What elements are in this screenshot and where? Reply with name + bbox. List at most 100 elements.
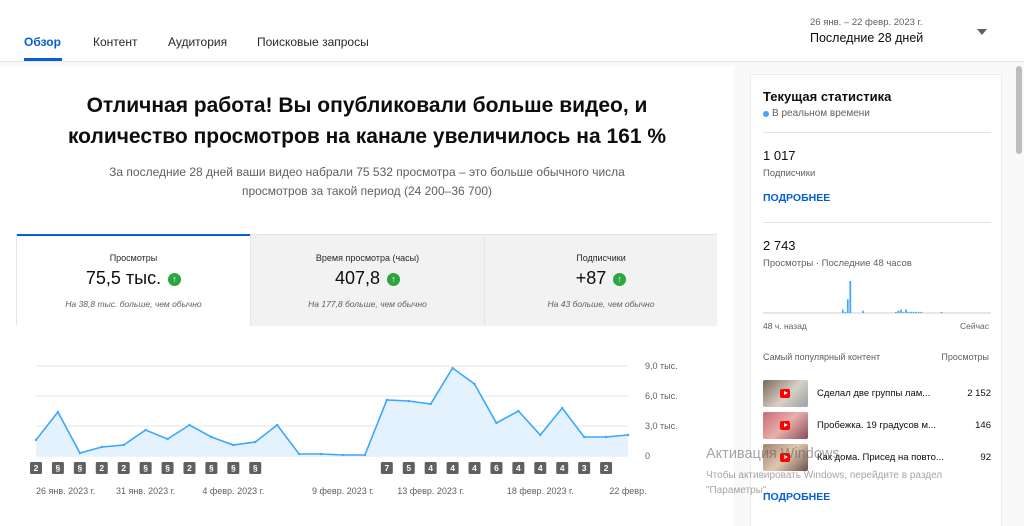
realtime-bar xyxy=(907,311,910,313)
realtime-bar xyxy=(844,311,847,313)
metric-value: 75,5 тыс. ↑ xyxy=(17,268,250,289)
data-point xyxy=(604,435,608,439)
x-tick-label: 22 февр. xyxy=(609,486,646,496)
tab-overview[interactable]: Обзор xyxy=(24,35,61,49)
metric-tab-views[interactable]: Просмотры 75,5 тыс. ↑ На 38,8 тыс. больше… xyxy=(17,234,250,326)
views-chart-svg: 9,0 тыс. 6,0 тыс. 3,0 тыс. 0 2 § § 2 2 § § 2 § § § 7 5 4 4… xyxy=(30,361,678,496)
x-tick-label: 4 февр. 2023 г. xyxy=(202,486,264,496)
realtime-bar xyxy=(915,311,918,313)
date-range-text: 26 янв. – 22 февр. 2023 г. xyxy=(810,17,923,28)
upload-count-label: 3 xyxy=(582,463,587,473)
arrow-up-icon: ↑ xyxy=(613,273,627,286)
scrollbar[interactable] xyxy=(1016,66,1022,154)
realtime-bar xyxy=(920,311,923,313)
live-label: В реальном времени xyxy=(772,108,870,119)
y-tick-label: 9,0 тыс. xyxy=(645,361,678,371)
realtime-views-chart[interactable] xyxy=(763,275,991,315)
metric-value: 407,8 ↑ xyxy=(251,268,484,289)
upload-count-label: 2 xyxy=(121,463,126,473)
data-point xyxy=(100,445,103,449)
active-tab-indicator xyxy=(24,58,62,61)
shorts-marker-icon: § xyxy=(231,463,236,473)
realtime-bar xyxy=(917,311,920,313)
x-tick-label: 18 февр. 2023 г. xyxy=(507,486,574,496)
data-point xyxy=(539,433,542,437)
metric-tab-watch-time[interactable]: Время просмотра (часы) 407,8 ↑ На 177,8 б… xyxy=(250,235,484,326)
data-point xyxy=(495,421,498,425)
x-tick-label: 26 янв. 2023 г. xyxy=(36,486,95,496)
data-point xyxy=(517,409,520,413)
data-point xyxy=(188,423,191,427)
upload-count-label: 4 xyxy=(560,463,565,473)
mini-axis-left: 48 ч. назад xyxy=(763,321,807,331)
data-point xyxy=(78,451,82,455)
realtime-title: Текущая статистика xyxy=(763,89,892,104)
popular-item-count: 2 152 xyxy=(967,388,991,399)
more-subscribers-link[interactable]: ПОДРОБНЕЕ xyxy=(763,192,830,204)
data-point xyxy=(319,452,323,456)
realtime-bar xyxy=(849,281,852,313)
tab-content[interactable]: Контент xyxy=(93,35,137,49)
play-icon xyxy=(780,389,790,398)
page-headline: Отличная работа! Вы опубликовали больше … xyxy=(67,94,667,148)
data-point xyxy=(254,440,257,444)
divider xyxy=(763,222,991,223)
upload-count-label: 7 xyxy=(384,463,389,473)
metric-note: На 43 больше, чем обычно xyxy=(547,299,655,309)
y-tick-label: 3,0 тыс. xyxy=(645,421,678,431)
views-area-fill xyxy=(36,368,628,456)
views-chart[interactable]: 9,0 тыс. 6,0 тыс. 3,0 тыс. 0 2 § § 2 2 § § 2 § § § 7 5 4 4… xyxy=(16,356,716,526)
subscriber-count: 1 017 xyxy=(763,148,796,163)
shorts-marker-icon: § xyxy=(253,463,258,473)
windows-activation-hint: Чтобы активировать Windows, перейдите в … xyxy=(706,470,943,496)
realtime-bar xyxy=(902,311,905,313)
popular-views-heading: Просмотры xyxy=(941,352,989,362)
video-thumbnail xyxy=(763,380,808,407)
active-metric-indicator xyxy=(17,234,250,236)
live-dot-icon xyxy=(763,111,769,117)
tab-search-queries[interactable]: Поисковые запросы xyxy=(257,35,369,49)
upload-count-label: 5 xyxy=(406,463,411,473)
video-thumbnail xyxy=(763,412,808,439)
play-icon xyxy=(780,421,790,430)
popular-item[interactable]: Пробежка. 19 градусов м... 146 xyxy=(763,412,991,440)
popular-item-title: Пробежка. 19 градусов м... xyxy=(817,420,936,431)
tab-audience[interactable]: Аудитория xyxy=(168,35,227,49)
metric-value: +87 ↑ xyxy=(485,268,717,289)
shorts-marker-icon: § xyxy=(165,463,170,473)
views-count: 2 743 xyxy=(763,238,796,253)
metric-title: Просмотры xyxy=(109,253,158,263)
upload-count-label: 2 xyxy=(604,463,609,473)
data-point xyxy=(451,366,454,370)
popular-content-heading: Самый популярный контент xyxy=(763,352,881,362)
realtime-bar xyxy=(912,311,915,313)
realtime-bar xyxy=(862,310,864,313)
realtime-bar xyxy=(905,309,907,313)
metric-tab-subscribers[interactable]: Подписчики +87 ↑ На 43 больше, чем обычно xyxy=(484,235,717,326)
data-point xyxy=(429,402,432,406)
popular-item-title: Сделал две группы лам... xyxy=(817,388,931,399)
data-point xyxy=(561,406,564,410)
chevron-down-icon[interactable] xyxy=(977,29,987,35)
data-point xyxy=(385,398,389,402)
upload-count-label: 2 xyxy=(99,463,104,473)
divider xyxy=(763,132,991,133)
x-tick-label: 31 янв. 2023 г. xyxy=(116,486,175,496)
metric-title: Время просмотра (часы) xyxy=(315,253,420,263)
upload-count-label: 6 xyxy=(494,463,499,473)
upload-count-label: 4 xyxy=(428,463,433,473)
page-subline: За последние 28 дней ваши видео набрали … xyxy=(109,165,625,198)
data-point xyxy=(582,435,586,439)
shorts-marker-icon: § xyxy=(77,463,82,473)
shorts-marker-icon: § xyxy=(56,463,61,473)
y-tick-label: 0 xyxy=(645,451,650,461)
metric-title: Подписчики xyxy=(576,253,626,263)
views-label: Просмотры · Последние 48 часов xyxy=(763,258,912,269)
realtime-bar xyxy=(841,309,844,313)
realtime-bar xyxy=(895,311,897,313)
popular-item[interactable]: Сделал две группы лам... 2 152 xyxy=(763,380,991,408)
top-nav: Обзор Контент Аудитория Поисковые запрос… xyxy=(0,0,1024,62)
upload-count-label: 2 xyxy=(34,463,39,473)
y-tick-label: 6,0 тыс. xyxy=(645,391,678,401)
realtime-bar xyxy=(910,311,912,313)
